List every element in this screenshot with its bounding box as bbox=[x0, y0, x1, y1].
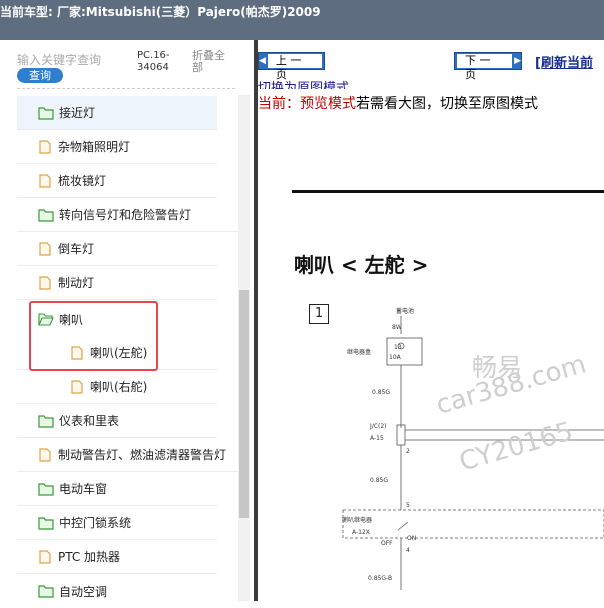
divider bbox=[17, 88, 235, 89]
tree-scrollbar[interactable] bbox=[238, 95, 250, 601]
relay-switch bbox=[397, 521, 409, 531]
relay-frame bbox=[342, 509, 604, 539]
tree-item-label: 杂物箱照明灯 bbox=[58, 140, 131, 154]
tree-item-label: 接近灯 bbox=[59, 106, 96, 120]
folder-icon bbox=[38, 585, 54, 598]
highlight-box bbox=[29, 301, 158, 371]
folder-icon bbox=[38, 482, 54, 496]
diagram-label-wire-085g: 0.85G bbox=[372, 389, 390, 396]
diagram-label-pin-5: 5 bbox=[406, 502, 410, 509]
refresh-current-link[interactable]: [刷新当前 bbox=[535, 52, 593, 71]
document-viewer: ◀ 上 一 页 下 一 页 ▶ [刷新当前 切换为原图模式 当前：预览模式若需看… bbox=[258, 40, 604, 601]
tree-item-brake-warning[interactable]: 制动警告灯、燃油滤清器警告灯 bbox=[17, 438, 238, 472]
diagram-label-pin-2: 2 bbox=[406, 448, 410, 455]
pc-code: PC.16-34064 bbox=[137, 50, 170, 73]
tree-item-brake-light[interactable]: 制动灯 bbox=[17, 266, 217, 300]
diagram-label-pin-4: 4 bbox=[406, 547, 410, 554]
document-icon bbox=[39, 241, 51, 256]
folder-icon bbox=[38, 106, 54, 120]
diagram-label-jc2: J/C(2) bbox=[369, 423, 386, 430]
diagram-label-battery: 蓄电池 bbox=[396, 307, 414, 315]
tree-item-label: 自动空调 bbox=[59, 584, 108, 599]
document-icon bbox=[39, 549, 51, 564]
tree-item-ptc-heater[interactable]: PTC 加热器 bbox=[17, 540, 217, 574]
tree-item-label: PTC 加热器 bbox=[58, 550, 121, 564]
tree-item-label: 梳妆镜灯 bbox=[58, 174, 107, 188]
next-page-button[interactable]: 下 一 页 ▶ bbox=[454, 52, 522, 81]
diagram-label-wire-085g-2: 0.85G bbox=[370, 477, 388, 484]
document-icon bbox=[39, 447, 51, 462]
prev-page-button[interactable]: ◀ 上 一 页 bbox=[258, 52, 325, 81]
switch-original-mode-link[interactable]: 切换为原图模式 bbox=[258, 77, 349, 89]
document-rule bbox=[292, 190, 604, 193]
tree-item-reverse-light[interactable]: 倒车灯 bbox=[17, 232, 217, 266]
arrow-right-icon: ▶ bbox=[514, 56, 521, 66]
diagram-label-on: ON bbox=[407, 535, 416, 542]
tree-item-label: 中控门锁系统 bbox=[59, 516, 132, 530]
diagram-label-relay-box: 继电器盒 bbox=[347, 348, 371, 356]
folder-icon bbox=[38, 516, 54, 530]
tree-item-auto-ac[interactable]: 自动空调 bbox=[17, 574, 217, 608]
search-button[interactable]: 查询 bbox=[17, 68, 63, 83]
document-icon bbox=[39, 173, 51, 188]
folder-icon bbox=[38, 208, 54, 222]
prev-page-label: 上 一 页 bbox=[267, 54, 322, 81]
tree-item-label: 电动车窗 bbox=[59, 482, 108, 496]
folder-icon bbox=[38, 414, 54, 428]
tree-item-label: 喇叭(右舵) bbox=[90, 380, 148, 394]
document-icon bbox=[71, 379, 83, 394]
diagram-label-a15: A-15 bbox=[370, 435, 384, 442]
diagram-label-off: OFF bbox=[381, 540, 393, 547]
tree-item-instrument[interactable]: 仪表和里表 bbox=[17, 404, 217, 438]
search-input[interactable] bbox=[17, 52, 127, 68]
section-number: 1 bbox=[309, 304, 329, 324]
tree-item-glovebox-light[interactable]: 杂物箱照明灯 bbox=[17, 130, 217, 164]
title-bar: 当前车型: 厂家:Mitsubishi(三菱）Pajero(帕杰罗)2009 bbox=[0, 0, 604, 40]
left-panel: 查询 PC.16-34064 折叠全部 接近灯 杂物箱照明灯 梳妆镜灯 转向信号… bbox=[0, 40, 254, 601]
page-nav-bar: ◀ 上 一 页 下 一 页 ▶ [刷新当前 bbox=[258, 40, 604, 82]
tree-item-label: 仪表和里表 bbox=[59, 414, 120, 428]
diagram-label-wire-085g-b: 0.85G-B bbox=[368, 575, 392, 582]
document-icon bbox=[39, 139, 51, 154]
tree-item-vanity-mirror-light[interactable]: 梳妆镜灯 bbox=[17, 164, 217, 198]
current-mode-text: 当前：预览模式 bbox=[258, 96, 356, 112]
tree-item-label: 转向信号灯和危险警告灯 bbox=[59, 208, 192, 222]
document-title: 喇叭 < 左舵 > bbox=[294, 253, 429, 277]
tree-item-power-window[interactable]: 电动车窗 bbox=[17, 472, 217, 506]
document-icon bbox=[39, 275, 51, 290]
scrollbar-thumb[interactable] bbox=[239, 290, 249, 518]
next-page-label: 下 一 页 bbox=[457, 54, 513, 81]
tree-item-central-lock[interactable]: 中控门锁系统 bbox=[17, 506, 217, 540]
collapse-all-link[interactable]: 折叠全部 bbox=[192, 50, 234, 74]
tree-item-proximity-light[interactable]: 接近灯 bbox=[17, 96, 217, 130]
diagram-label-fuse-amp: 10A bbox=[389, 354, 402, 361]
tree-item-label: 倒车灯 bbox=[58, 242, 95, 256]
diagram-label-horn-relay: 喇叭继电器 bbox=[342, 516, 372, 524]
diagram-label-a12x: A-12X bbox=[352, 529, 370, 536]
tree-item-label: 制动警告灯、燃油滤清器警告灯 bbox=[58, 448, 227, 462]
arrow-left-icon: ◀ bbox=[259, 56, 266, 66]
mode-status: 当前：预览模式若需看大图，切换至原图模式 bbox=[258, 93, 538, 113]
tree-item-turn-signal[interactable]: 转向信号灯和危险警告灯 bbox=[17, 198, 238, 232]
diagram-label-8w: 8W bbox=[392, 324, 402, 331]
tree-item-horn-right[interactable]: 喇叭(右舵) bbox=[17, 370, 217, 404]
vehicle-title: 当前车型: 厂家:Mitsubishi(三菱）Pajero(帕杰罗)2009 bbox=[0, 5, 321, 19]
tree-item-label: 制动灯 bbox=[58, 276, 95, 290]
mode-hint-text: 若需看大图，切换至原图模式 bbox=[356, 96, 538, 112]
